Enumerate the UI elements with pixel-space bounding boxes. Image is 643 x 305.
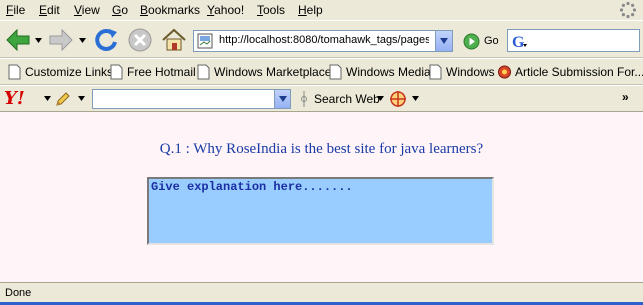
page-icon	[329, 64, 342, 80]
page-icon	[197, 64, 210, 80]
bookmark-label: Free Hotmail	[127, 65, 196, 79]
reload-icon[interactable]	[92, 26, 120, 54]
menu-help-accel: H	[298, 3, 307, 17]
toolbar-grip-icon	[301, 91, 307, 107]
menu-view-accel: V	[74, 3, 82, 17]
forward-arrow-icon[interactable]	[47, 26, 75, 54]
chevron-down-icon	[279, 96, 287, 102]
question-heading: Q.1 : Why RoseIndia is the best site for…	[159, 141, 484, 157]
bookmark-label: Windows	[446, 65, 495, 79]
address-dropdown-button[interactable]	[435, 31, 452, 51]
bookmarks-toolbar: Customize Links Free Hotmail Windows Mar…	[0, 58, 643, 85]
yahoo-toolbar: Y! Search Web »	[0, 85, 643, 112]
address-text: http://localhost:8080/tomahawk_tags/page…	[219, 34, 429, 46]
page-icon	[197, 33, 213, 49]
status-bar: Done	[0, 282, 643, 305]
yahoo-logo[interactable]: Y!	[4, 88, 25, 109]
menu-edit-label: dit	[47, 3, 60, 17]
menu-help[interactable]: Help	[298, 3, 323, 17]
forward-dropdown-icon[interactable]	[79, 38, 86, 43]
bookmark-label: Windows Media	[346, 65, 431, 79]
back-dropdown-icon[interactable]	[35, 38, 42, 43]
bookmark-label: Windows Marketplace	[214, 65, 332, 79]
highlight-target-icon[interactable]	[389, 90, 407, 108]
menu-view[interactable]: View	[74, 3, 100, 17]
back-arrow-icon[interactable]	[4, 26, 32, 54]
menu-go[interactable]: Go	[112, 3, 128, 17]
target-dropdown-icon[interactable]	[412, 96, 419, 101]
go-label: Go	[484, 35, 499, 47]
menu-go-label: o	[121, 3, 129, 17]
pencil-icon[interactable]	[55, 91, 71, 107]
navigation-toolbar: http://localhost:8080/tomahawk_tags/page…	[0, 20, 643, 58]
menu-file[interactable]: File	[6, 3, 25, 17]
article-site-icon	[498, 65, 511, 79]
bookmark-label: Customize Links	[25, 65, 114, 79]
yahoo-search-dropdown-button[interactable]	[274, 90, 290, 108]
svg-text:G: G	[512, 34, 525, 49]
home-icon[interactable]	[160, 26, 188, 54]
menu-yahoo[interactable]: Yahoo!	[207, 3, 244, 17]
menu-bar: File Edit View Go Bookmarks Yahoo! Tools…	[0, 0, 643, 20]
menu-view-label: iew	[81, 3, 100, 17]
menu-tools-label: ools	[263, 3, 286, 17]
bookmark-label: Article Submission For...	[515, 65, 643, 79]
chevron-down-icon	[440, 38, 448, 44]
menu-go-accel: G	[112, 3, 122, 17]
stop-icon[interactable]	[126, 26, 154, 54]
search-engine-box[interactable]: G	[507, 29, 640, 52]
menu-file-label: ile	[13, 3, 26, 17]
yahoo-menu-dropdown-icon[interactable]	[44, 96, 51, 101]
pencil-dropdown-icon[interactable]	[78, 96, 85, 101]
status-text: Done	[5, 287, 32, 299]
yahoo-search-input[interactable]	[92, 89, 291, 109]
page-icon	[110, 64, 123, 80]
go-button[interactable]: Go	[460, 33, 510, 51]
menu-edit-accel: E	[39, 3, 48, 17]
page-icon	[8, 64, 21, 80]
search-web-button[interactable]: Search Web	[314, 92, 380, 106]
throbber-icon	[619, 1, 637, 19]
go-icon	[463, 33, 480, 50]
address-bar[interactable]: http://localhost:8080/tomahawk_tags/page…	[193, 30, 453, 52]
menu-tools[interactable]: Tools	[257, 3, 285, 17]
page-content: Q.1 : Why RoseIndia is the best site for…	[0, 112, 643, 282]
menu-bookmarks[interactable]: Bookmarks	[140, 3, 200, 17]
google-icon[interactable]: G	[511, 32, 529, 49]
menu-help-label: elp	[306, 3, 323, 17]
toolbar-overflow-button[interactable]: »	[622, 90, 629, 104]
menu-edit[interactable]: Edit	[39, 3, 60, 17]
menu-bookmarks-label: ookmarks	[148, 3, 201, 17]
menu-bookmarks-accel: B	[140, 3, 149, 17]
answer-textarea[interactable]: Give explanation here.......	[147, 177, 494, 245]
menu-yahoo-label: ahoo!	[214, 3, 245, 17]
page-icon	[429, 64, 442, 80]
search-web-dropdown-icon[interactable]	[377, 96, 384, 101]
